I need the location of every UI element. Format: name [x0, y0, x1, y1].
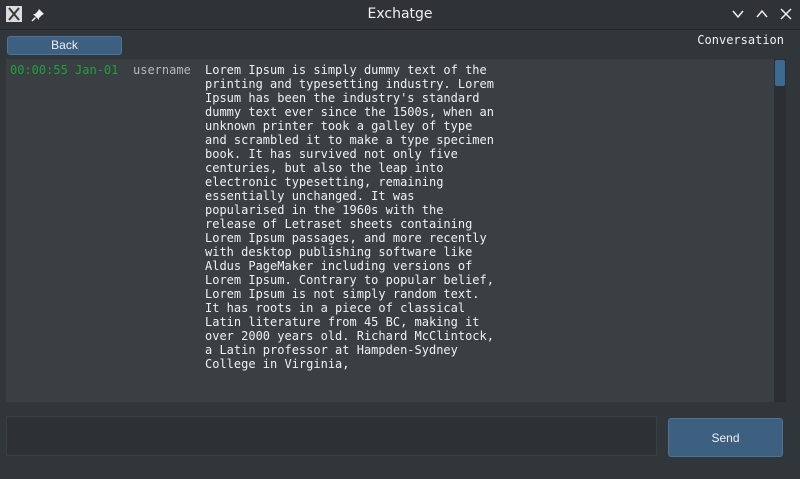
message-timestamp: 00:00:55 Jan-01 — [10, 63, 119, 77]
message-username: username — [133, 63, 191, 77]
maximize-icon[interactable] — [755, 7, 769, 21]
window-title: Exchatge — [367, 6, 433, 22]
conversation-view[interactable]: 00:00:55 Jan-01 username Lorem Ipsum is … — [6, 59, 774, 402]
close-icon[interactable] — [779, 7, 793, 21]
conversation-label: Conversation — [697, 33, 784, 47]
conversation-scrollbar[interactable] — [774, 59, 786, 402]
send-button[interactable]: Send — [668, 418, 783, 457]
message-input[interactable] — [6, 416, 657, 456]
back-button[interactable]: Back — [7, 36, 122, 55]
title-bar: Exchatge — [0, 0, 800, 30]
message-row: 00:00:55 Jan-01 username Lorem Ipsum is … — [10, 63, 495, 371]
message-text: Lorem Ipsum is simply dummy text of the … — [205, 63, 502, 371]
minimize-icon[interactable] — [731, 7, 745, 21]
scrollbar-thumb[interactable] — [775, 60, 785, 86]
